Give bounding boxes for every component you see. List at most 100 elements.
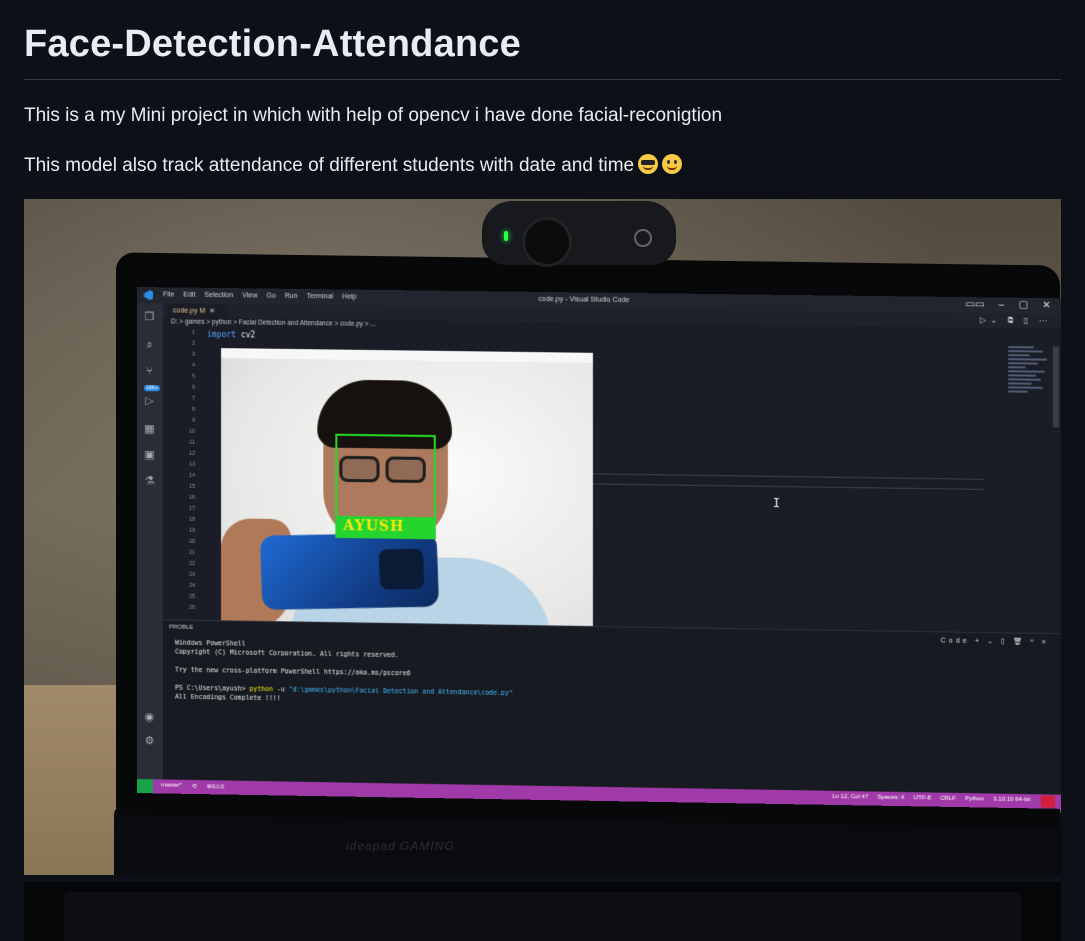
line-number: 21 [181, 550, 195, 556]
line-number: 4 [181, 363, 195, 369]
status-interpreter: 3.10.10 64-bit [993, 797, 1030, 804]
line-number: 19 [181, 528, 195, 534]
line-number: 7 [181, 396, 195, 402]
line-number: 8 [181, 407, 195, 413]
line-number: 1 [181, 330, 195, 336]
line-number: 10 [181, 429, 195, 435]
breadcrumb: D: > games > python > Facial Detection a… [171, 318, 376, 328]
phone-camera [379, 549, 425, 590]
source-control-badge: 10K+ [144, 385, 160, 391]
laptop-brand-label: ideapad GAMING [346, 839, 455, 853]
line-number: 25 [181, 594, 195, 600]
line-number: 17 [181, 506, 195, 512]
page-title: Face-Detection-Attendance [24, 0, 1061, 80]
line-number: 11 [181, 440, 195, 446]
maximize-icon: ▢ [1018, 300, 1028, 311]
menu-run: Run [285, 293, 298, 300]
face-label-box: AYUSH [335, 516, 435, 540]
line-number: 9 [181, 418, 195, 424]
vscode-menu: File Edit Selection View Go Run Terminal… [163, 291, 357, 300]
description-line-2: This model also track attendance of diff… [24, 154, 1061, 178]
smiling-emoji-icon [662, 154, 682, 174]
window-controls: ▭▭ – ▢ ✕ [965, 299, 1051, 311]
close-icon: ✕ [1042, 300, 1051, 311]
remote-indicator-icon [137, 779, 153, 793]
status-language: Python [965, 796, 984, 802]
status-branch: master* [161, 782, 182, 789]
line-number: 5 [181, 374, 195, 380]
line-numbers: 1 2 3 4 5 6 7 8 9 10 11 12 13 14 15 16 1… [163, 327, 201, 618]
webcam-preview-window: AYUSH [221, 348, 593, 646]
status-left: master* ⟲ ⊗0⚠0 [161, 782, 224, 790]
logitech-logo-icon [634, 229, 652, 247]
line-number: 6 [181, 385, 195, 391]
menu-file: File [163, 291, 174, 298]
line-number: 18 [181, 517, 195, 523]
line-number: 20 [181, 539, 195, 545]
laptop-screen: File Edit Selection View Go Run Terminal… [137, 287, 1061, 809]
source-control-icon: ⑂ [143, 365, 156, 378]
code-identifier: cv2 [241, 330, 255, 339]
detected-name-label: AYUSH [343, 518, 404, 535]
demo-photo: ideapad GAMING File Edit Selection View … [24, 199, 1061, 875]
terminal-command: python [249, 685, 273, 693]
menu-view: View [242, 292, 257, 299]
editor-divider [579, 483, 984, 490]
line-number: 22 [181, 561, 195, 567]
second-demo-photo [24, 882, 1061, 941]
editor-scrollbar [1053, 347, 1059, 428]
notification-bell-icon [1041, 795, 1055, 807]
menu-edit: Edit [183, 292, 195, 299]
run-debug-icon: ▷ [143, 395, 156, 408]
vscode-logo-icon [143, 290, 153, 300]
extensions-icon: ▦ [143, 423, 156, 436]
line-number: 24 [181, 583, 195, 589]
activity-bar: ❐ ⌕ ⑂ 10K+ ▷ ▦ ▣ ⚗ ◉ ⚙ [137, 303, 163, 779]
readme: Face-Detection-Attendance This is a my M… [24, 0, 1061, 178]
code-line-1: import cv2 [207, 330, 255, 340]
account-icon: ◉ [143, 711, 156, 724]
description-line-1: This is a my Mini project in which with … [24, 104, 1061, 128]
sunglasses-emoji-icon [638, 154, 658, 174]
line-number: 23 [181, 572, 195, 578]
layout-icon: ▭▭ [965, 299, 984, 310]
line-number: 26 [181, 605, 195, 611]
description-line-2-text: This model also track attendance of diff… [24, 155, 634, 176]
editor-divider [579, 473, 984, 480]
status-right: Ln 12, Col 47 Spaces: 4 UTF-8 CRLF Pytho… [832, 794, 1030, 803]
search-icon: ⌕ [143, 339, 156, 352]
phone [260, 532, 439, 610]
tab-code-py: code.py M ✕ [167, 303, 227, 318]
vscode-window-title: code.py - Visual Studio Code [538, 296, 629, 304]
terminal-panel: PROBLE Code + ⌄ ▯ 🗑 ^ × Windows PowerShe… [163, 619, 1061, 794]
settings-gear-icon: ⚙ [143, 735, 156, 748]
panel-tab-problems: PROBLE [169, 624, 193, 630]
webcam [482, 201, 676, 265]
webcam-led [504, 231, 508, 241]
menu-go: Go [266, 293, 275, 300]
minimap [1008, 346, 1051, 447]
minimize-icon: – [999, 300, 1005, 311]
status-eol: CRLF [940, 796, 956, 802]
testing-icon: ⚗ [143, 475, 156, 488]
terminal-actions: Code + ⌄ ▯ 🗑 ^ × [941, 636, 1049, 646]
line-number: 3 [181, 352, 195, 358]
line-number: 2 [181, 341, 195, 347]
tab-code-py-label: code.py M [173, 307, 205, 314]
terminal-flag: -u [273, 685, 289, 693]
line-number: 12 [181, 451, 195, 457]
text-cursor-icon: I [773, 496, 780, 510]
menu-selection: Selection [204, 292, 233, 299]
tab-close-icon: ✕ [209, 308, 215, 315]
status-sync-icon: ⟲ [192, 783, 197, 790]
menu-terminal: Terminal [307, 293, 334, 300]
status-cursor-position: Ln 12, Col 47 [832, 794, 868, 801]
line-number: 13 [181, 462, 195, 468]
webcam-lens [522, 217, 572, 267]
remote-explorer-icon: ▣ [143, 449, 156, 462]
face-detection-box [335, 434, 435, 520]
status-indentation: Spaces: 4 [877, 795, 904, 802]
line-number: 15 [181, 484, 195, 490]
terminal-output: Windows PowerShell Copyright (C) Microsof… [175, 639, 513, 708]
terminal-prompt: PS C:\Users\ayush> [175, 684, 249, 693]
